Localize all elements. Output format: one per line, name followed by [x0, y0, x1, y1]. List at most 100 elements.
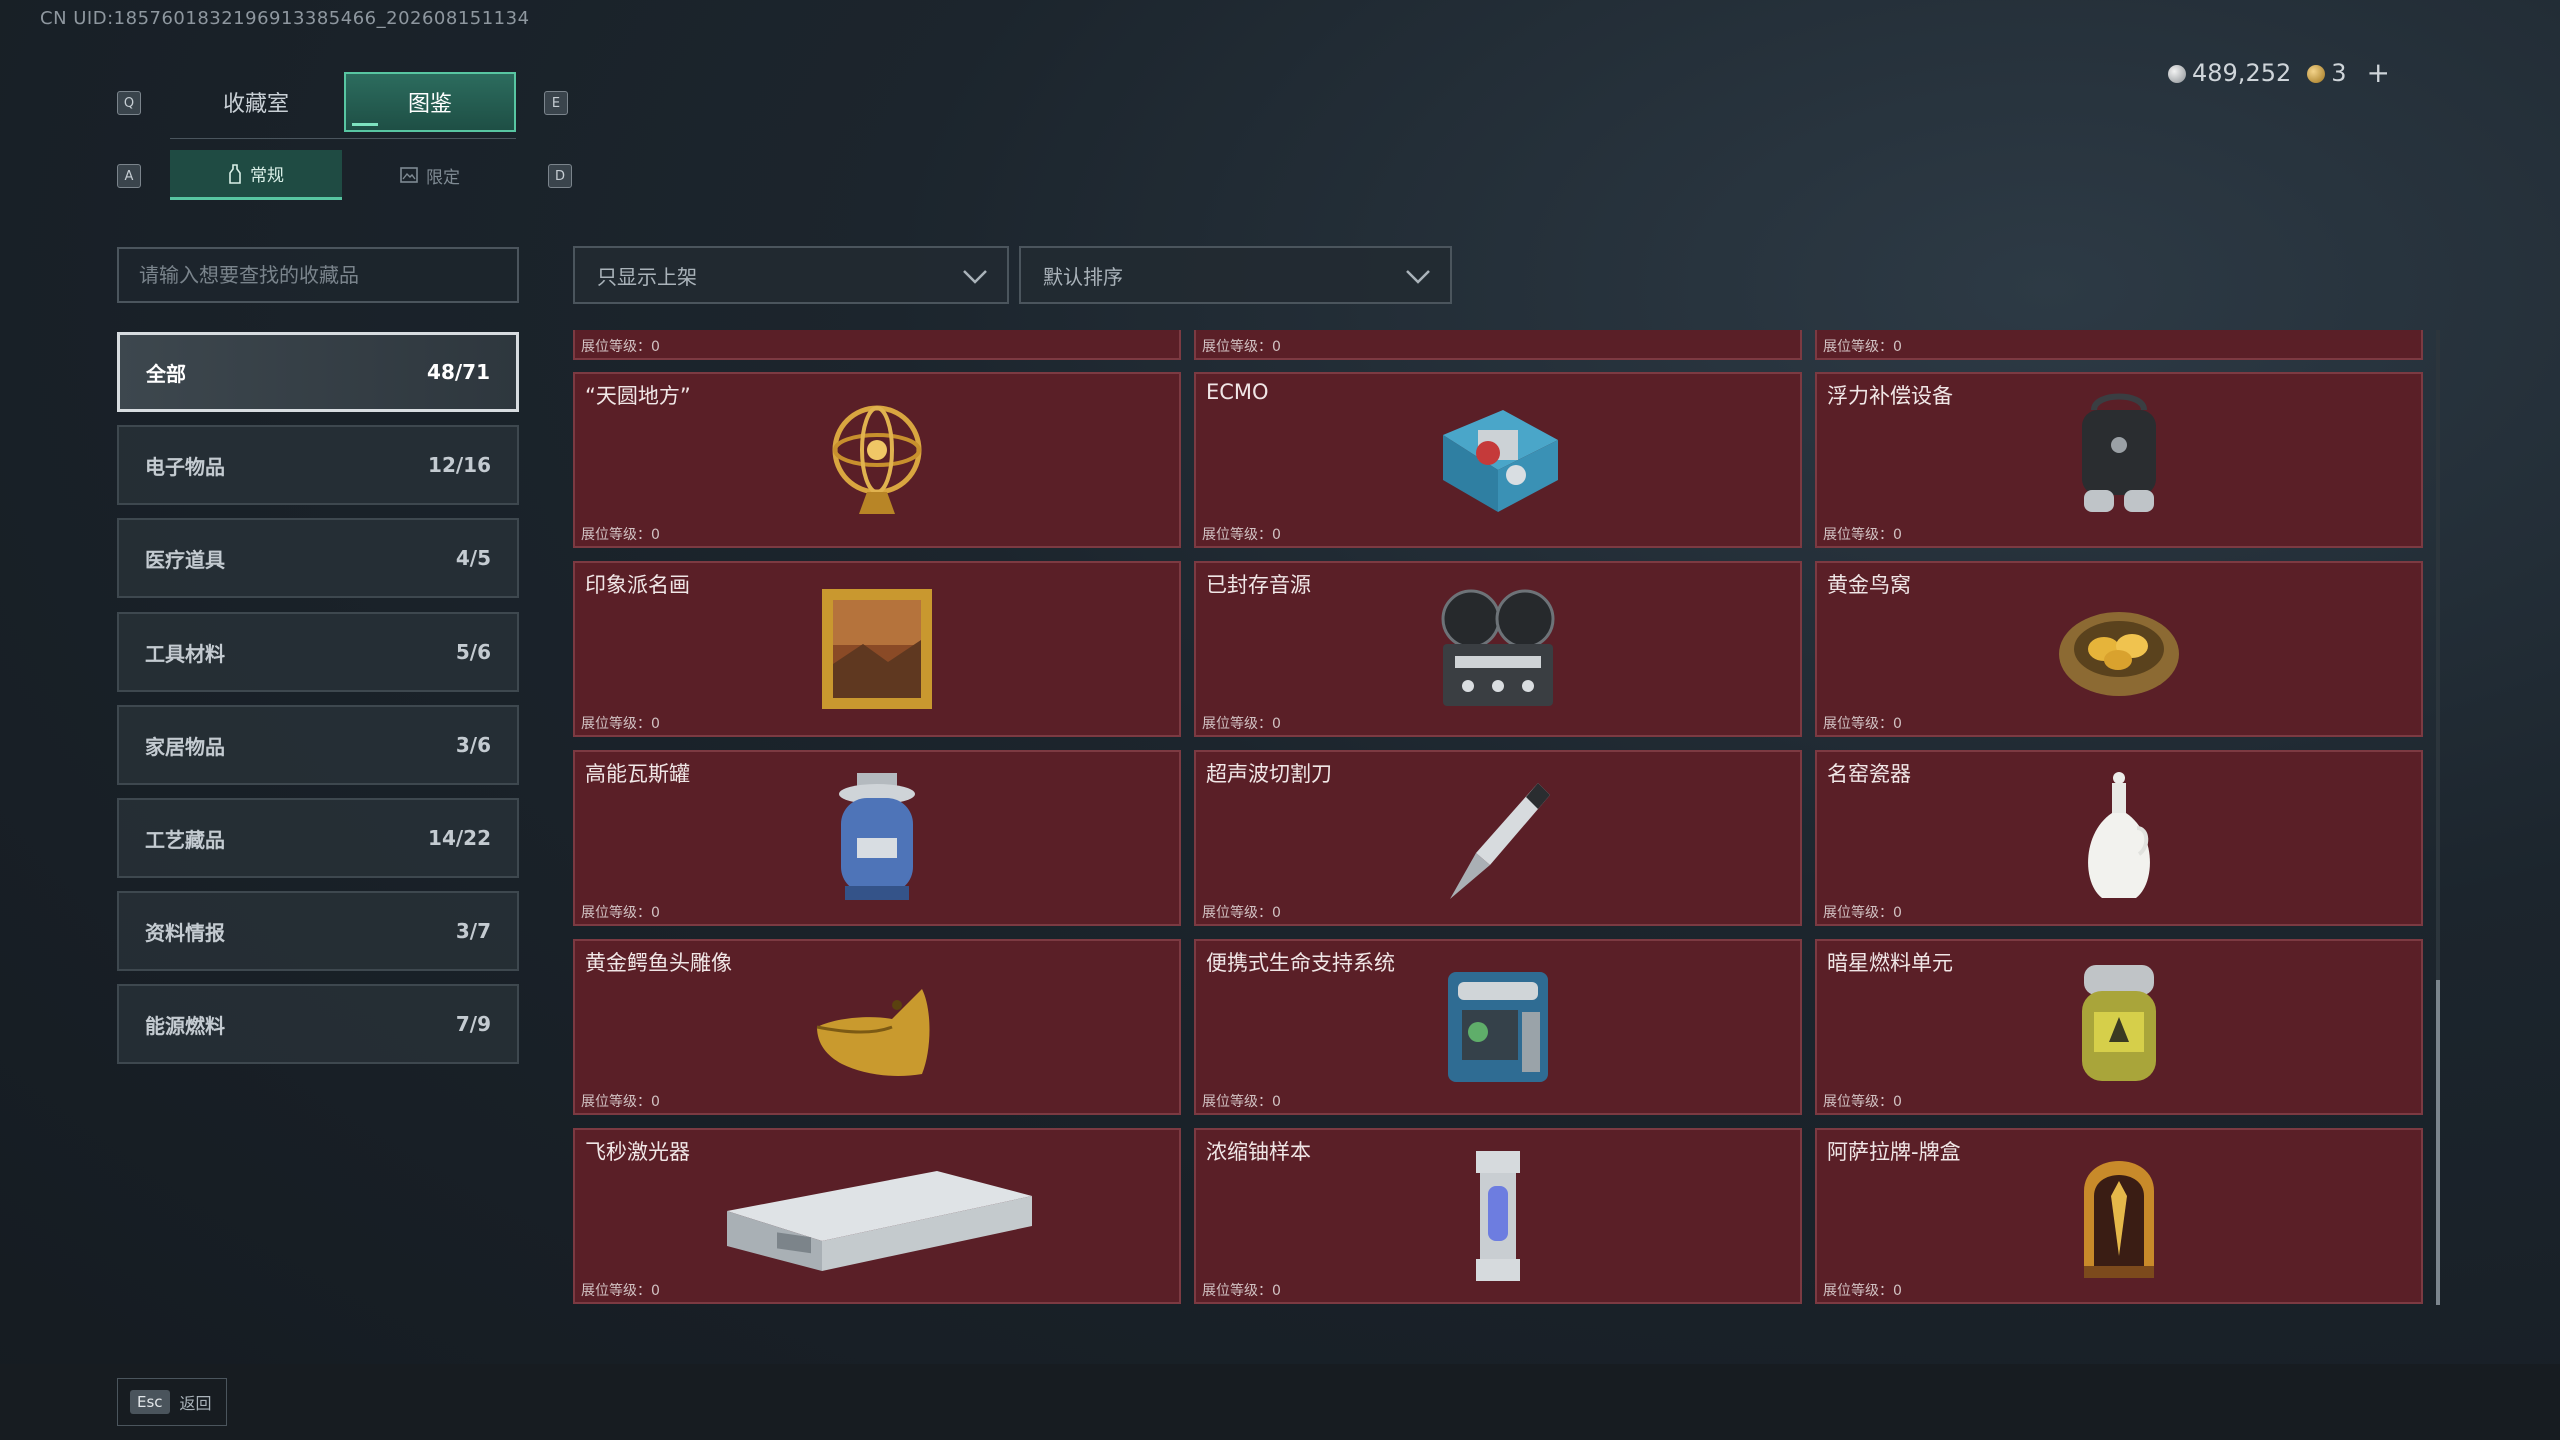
item-name: 高能瓦斯罐 [585, 762, 690, 786]
key-q-hint: Q [117, 91, 141, 115]
category-label: 医疗道具 [145, 547, 225, 572]
key-a-hint: A [117, 164, 141, 188]
category-count: 3/7 [455, 919, 491, 943]
silver-coin-icon [2168, 64, 2186, 83]
category-label: 工艺藏品 [145, 827, 225, 852]
subtab-limited-label: 限定 [426, 167, 460, 188]
category-count: 3/6 [455, 733, 491, 757]
fuel-cell-icon [2082, 965, 2156, 1081]
item-card[interactable]: 已封存音源 展位等级：0 [1194, 561, 1802, 737]
item-name: 超声波切割刀 [1206, 762, 1332, 786]
back-label: 返回 [179, 1394, 212, 1413]
golden-nest-icon [2059, 612, 2179, 696]
shelf-filter-value: 只显示上架 [597, 264, 697, 289]
item-name: 名窑瓷器 [1827, 762, 1911, 786]
item-name: ECMO [1206, 380, 1269, 404]
life-support-icon [1448, 972, 1548, 1082]
item-level: 展位等级：0 [581, 1094, 660, 1110]
category-count: 48/71 [427, 360, 490, 384]
item-card[interactable]: 便携式生命支持系统 展位等级：0 [1194, 939, 1802, 1115]
category-household[interactable]: 家居物品 3/6 [117, 705, 519, 785]
gold-coin-icon [2307, 64, 2326, 83]
category-label: 家居物品 [145, 734, 225, 759]
item-card[interactable]: 印象派名画 展位等级：0 [573, 561, 1181, 737]
category-all[interactable]: 全部 48/71 [117, 332, 519, 412]
item-card[interactable]: 阿萨拉牌-牌盒 展位等级：0 [1815, 1128, 2423, 1304]
item-name: 浓缩铀样本 [1206, 1140, 1311, 1164]
bottle-icon [229, 163, 241, 184]
partial-card[interactable]: 展位等级：0 [1194, 330, 1802, 360]
item-name: 暗星燃料单元 [1827, 951, 1953, 975]
silver-currency: 489,252 [2168, 59, 2291, 87]
category-count: 7/9 [455, 1012, 491, 1036]
grid-scrollbar[interactable] [2436, 330, 2440, 1305]
category-count: 14/22 [428, 826, 491, 850]
item-name: 浮力补偿设备 [1827, 384, 1953, 408]
item-name: 已封存音源 [1206, 573, 1311, 597]
bcd-backpack-icon [2082, 393, 2156, 512]
item-card[interactable]: ECMO 展位等级：0 [1194, 372, 1802, 548]
category-label: 电子物品 [145, 454, 225, 479]
femtosecond-laser-icon [727, 1171, 1032, 1271]
esc-key-hint: Esc [130, 1390, 170, 1414]
item-name: 便携式生命支持系统 [1206, 951, 1395, 975]
gold-amount: 3 [2331, 58, 2347, 87]
item-name: 黄金鸟窝 [1827, 573, 1911, 597]
item-name: 黄金鳄鱼头雕像 [585, 951, 732, 975]
item-card[interactable]: 超声波切割刀 展位等级：0 [1194, 750, 1802, 926]
sort-value: 默认排序 [1043, 264, 1123, 289]
back-button[interactable]: Esc 返回 [117, 1378, 227, 1426]
uranium-sample-icon [1476, 1151, 1520, 1281]
category-energy[interactable]: 能源燃料 7/9 [117, 984, 519, 1064]
category-tools[interactable]: 工具材料 5/6 [117, 612, 519, 692]
partial-card[interactable]: 展位等级：0 [1815, 330, 2423, 360]
category-label: 资料情报 [145, 920, 225, 945]
scrollbar-thumb[interactable] [2436, 980, 2440, 1305]
tab-catalog[interactable]: 图鉴 [344, 72, 516, 132]
item-card[interactable]: 飞秒激光器 展位等级：0 [573, 1128, 1181, 1304]
item-level: 展位等级：0 [581, 716, 660, 732]
category-medical[interactable]: 医疗道具 4/5 [117, 518, 519, 598]
subtab-limited[interactable]: 限定 [344, 150, 516, 200]
item-card[interactable]: 浮力补偿设备 展位等级：0 [1815, 372, 2423, 548]
category-label: 能源燃料 [145, 1013, 225, 1038]
category-crafts[interactable]: 工艺藏品 14/22 [117, 798, 519, 878]
item-card[interactable]: 黄金鸟窝 展位等级：0 [1815, 561, 2423, 737]
item-card[interactable]: 高能瓦斯罐 展位等级：0 [573, 750, 1181, 926]
partial-card[interactable]: 展位等级：0 [573, 330, 1181, 360]
item-card[interactable]: 名窑瓷器 展位等级：0 [1815, 750, 2423, 926]
item-level: 展位等级：0 [581, 339, 660, 355]
item-card[interactable]: 黄金鳄鱼头雕像 展位等级：0 [573, 939, 1181, 1115]
item-level: 展位等级：0 [1823, 339, 1902, 355]
sort-dropdown[interactable]: 默认排序 [1019, 246, 1452, 304]
add-currency-button[interactable]: + [2367, 56, 2390, 89]
category-electronics[interactable]: 电子物品 12/16 [117, 425, 519, 505]
item-card[interactable]: 浓缩铀样本 展位等级：0 [1194, 1128, 1802, 1304]
search-input[interactable] [117, 247, 519, 303]
shelf-filter-dropdown[interactable]: 只显示上架 [573, 246, 1009, 304]
subtab-regular-label: 常规 [250, 166, 284, 186]
key-d-hint: D [548, 164, 572, 188]
item-level: 展位等级：0 [1202, 716, 1281, 732]
item-card[interactable]: “天圆地方” 展位等级：0 [573, 372, 1181, 548]
ultrasonic-cutter-icon [1450, 783, 1550, 899]
category-intel[interactable]: 资料情报 3/7 [117, 891, 519, 971]
item-level: 展位等级：0 [1823, 527, 1902, 543]
subtab-regular[interactable]: 常规 [170, 150, 342, 200]
category-count: 12/16 [428, 453, 491, 477]
category-label: 工具材料 [145, 641, 225, 666]
item-level: 展位等级：0 [1823, 716, 1902, 732]
category-label: 全部 [146, 361, 186, 386]
category-count: 4/5 [455, 546, 491, 570]
item-level: 展位等级：0 [581, 1283, 660, 1299]
tab-collection-room[interactable]: 收藏室 [170, 72, 342, 132]
item-name: “天圆地方” [585, 384, 691, 408]
item-card[interactable]: 暗星燃料单元 展位等级：0 [1815, 939, 2423, 1115]
item-name: 阿萨拉牌-牌盒 [1827, 1140, 1961, 1164]
item-level: 展位等级：0 [1202, 1283, 1281, 1299]
item-level: 展位等级：0 [581, 527, 660, 543]
item-level: 展位等级：0 [581, 905, 660, 921]
silver-amount: 489,252 [2192, 58, 2292, 87]
armillary-sphere-icon [832, 405, 922, 514]
card-box-icon [2084, 1161, 2154, 1278]
